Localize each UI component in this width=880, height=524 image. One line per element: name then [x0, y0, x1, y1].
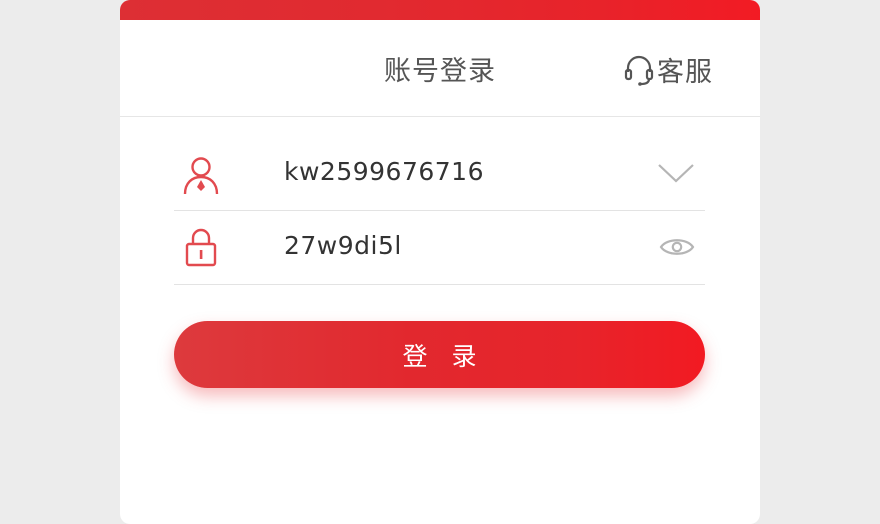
username-field[interactable]: kw2599676716 [174, 137, 705, 211]
login-dialog: 账号登录 客服 kw2599676716 27w9di5l 登 录 [120, 0, 760, 524]
customer-service-label: 客服 [657, 57, 713, 88]
login-button-label: 登 录 [402, 341, 485, 371]
customer-service-button[interactable]: 客服 [624, 50, 713, 89]
top-accent-bar [120, 0, 760, 20]
username-input[interactable]: kw2599676716 [284, 157, 484, 186]
lock-icon [185, 228, 217, 267]
chevron-down-icon[interactable] [657, 162, 695, 184]
login-button[interactable]: 登 录 [174, 321, 705, 388]
password-field[interactable]: 27w9di5l [174, 211, 705, 285]
eye-icon[interactable] [659, 235, 695, 259]
headset-icon [624, 55, 654, 86]
password-input[interactable]: 27w9di5l [284, 231, 402, 260]
user-icon [183, 157, 219, 195]
dialog-header: 账号登录 客服 [120, 20, 760, 117]
